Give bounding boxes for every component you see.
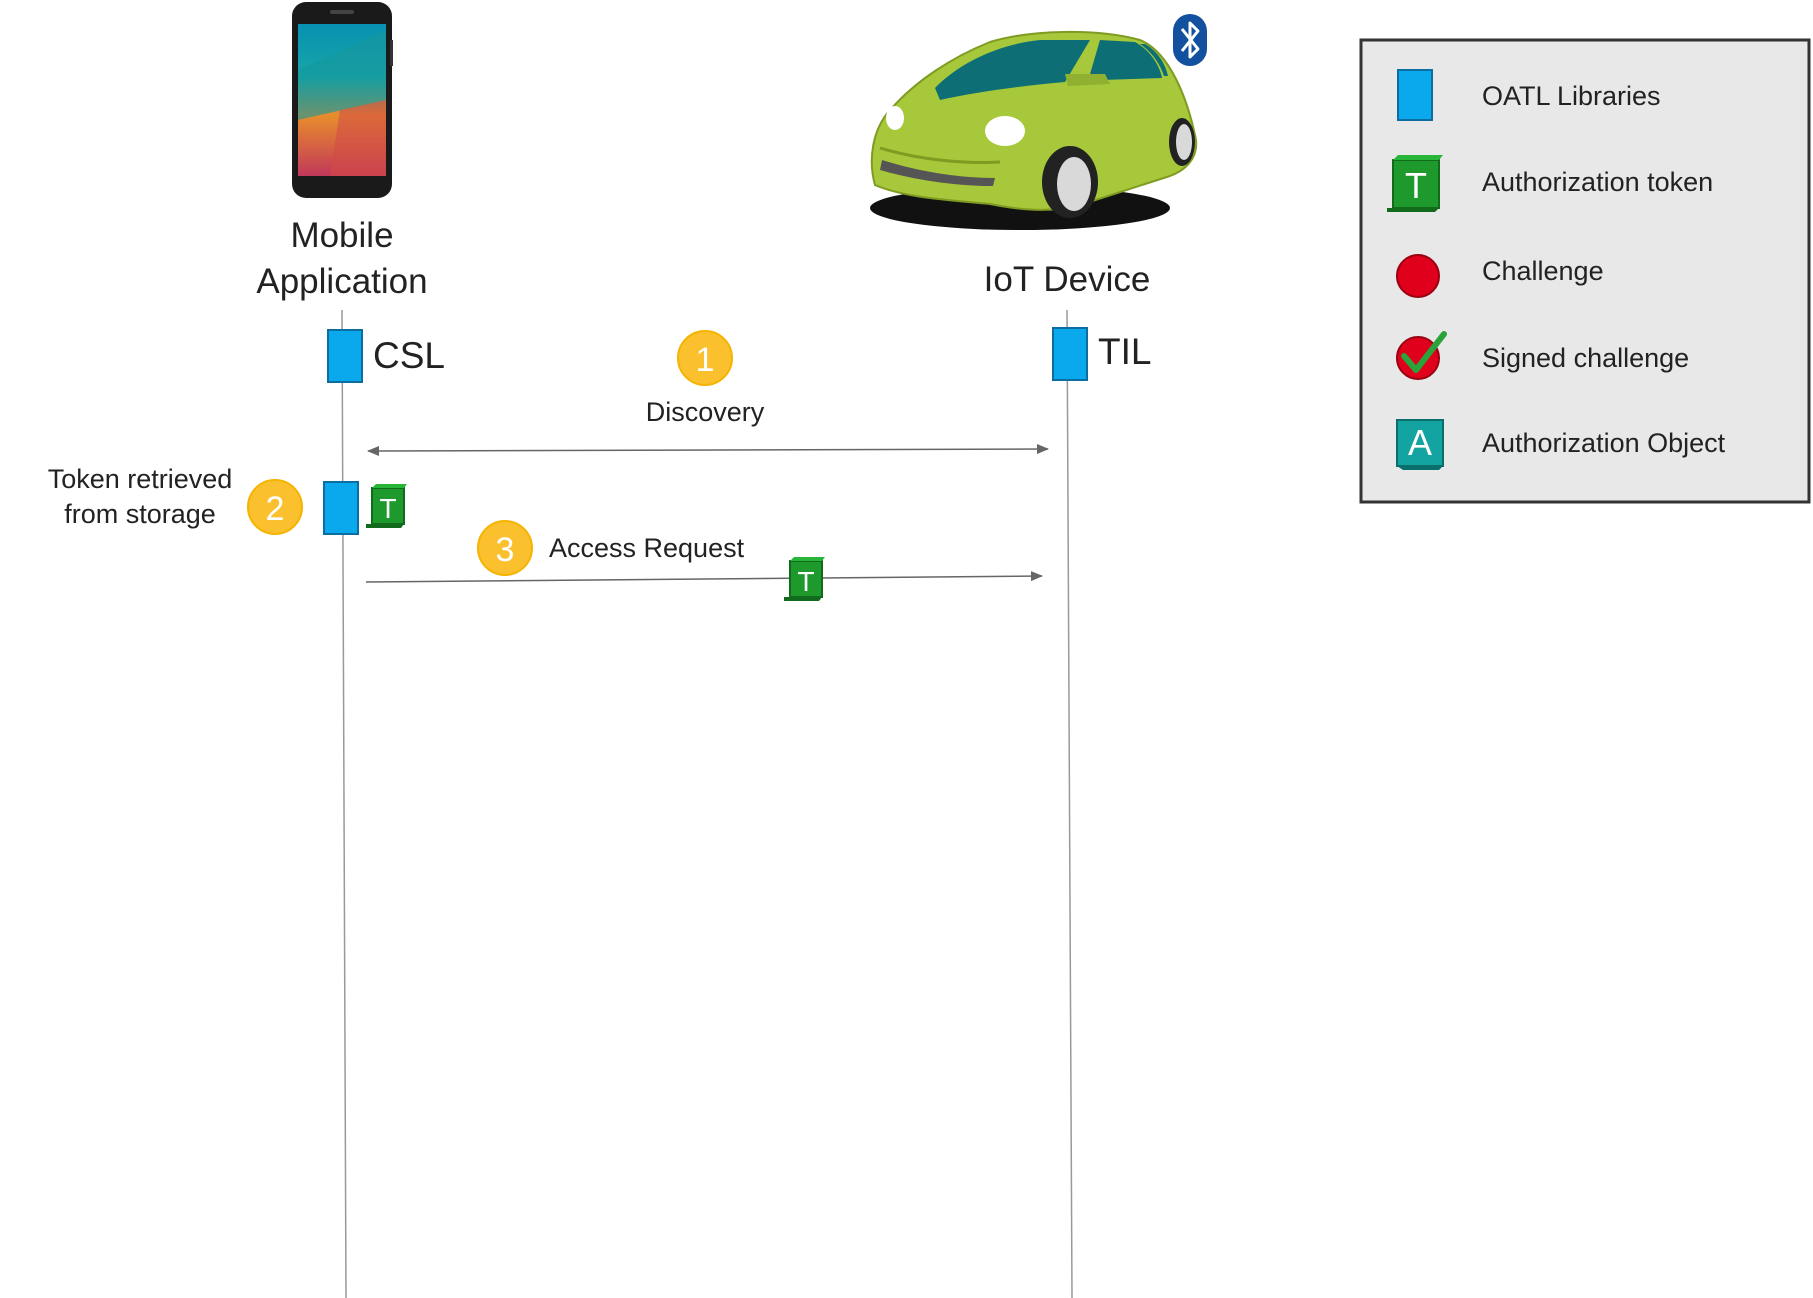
access-request-label: Access Request — [549, 533, 745, 563]
csl-library-block-token-step — [323, 481, 359, 535]
step-2-badge: 2 — [247, 479, 303, 535]
car-icon — [870, 30, 1198, 230]
step-1-badge: 1 — [677, 330, 733, 386]
step-2-number: 2 — [266, 490, 285, 528]
auth-object-glyph: A — [1408, 422, 1432, 463]
mobile-app-label-line1: Mobile — [290, 216, 393, 255]
token-retrieved-label-line2: from storage — [64, 499, 216, 529]
step-1-number: 1 — [696, 341, 715, 379]
step-3-number: 3 — [496, 531, 515, 569]
legend-label-token: Authorization token — [1482, 167, 1713, 197]
mobile-phone-icon — [292, 2, 393, 198]
iot-lifeline — [1066, 309, 1073, 1298]
challenge-icon — [1396, 254, 1440, 298]
token-retrieved-label-line1: Token retrieved — [48, 464, 233, 494]
csl-library-block — [327, 329, 363, 383]
authorization-token-icon: T — [784, 557, 825, 601]
legend-label-auth-object: Authorization Object — [1482, 428, 1726, 458]
discovery-arrow — [367, 444, 1049, 456]
token-glyph: T — [1405, 165, 1427, 206]
bluetooth-icon — [1173, 14, 1207, 66]
iot-device-label: IoT Device — [984, 260, 1151, 299]
csl-label: CSL — [373, 335, 445, 376]
authorization-token-icon: T — [1387, 155, 1443, 212]
oatl-library-icon — [1397, 69, 1433, 121]
legend-label-signed-challenge: Signed challenge — [1482, 343, 1689, 373]
authorization-object-icon: A — [1396, 419, 1444, 470]
token-glyph: T — [379, 493, 396, 524]
step-3-badge: 3 — [477, 520, 533, 576]
til-library-block — [1052, 327, 1088, 381]
mobile-lifeline — [341, 309, 347, 1298]
token-glyph: T — [797, 566, 814, 597]
legend-label-oatl: OATL Libraries — [1482, 81, 1661, 111]
til-label: TIL — [1098, 331, 1151, 372]
legend-label-challenge: Challenge — [1482, 256, 1604, 286]
discovery-label: Discovery — [646, 397, 765, 427]
authorization-token-icon: T — [366, 484, 407, 528]
mobile-app-label-line2: Application — [256, 262, 427, 301]
legend-panel: OATL Libraries T Authorization token Cha… — [1359, 38, 1811, 504]
access-request-arrow — [365, 571, 1043, 583]
